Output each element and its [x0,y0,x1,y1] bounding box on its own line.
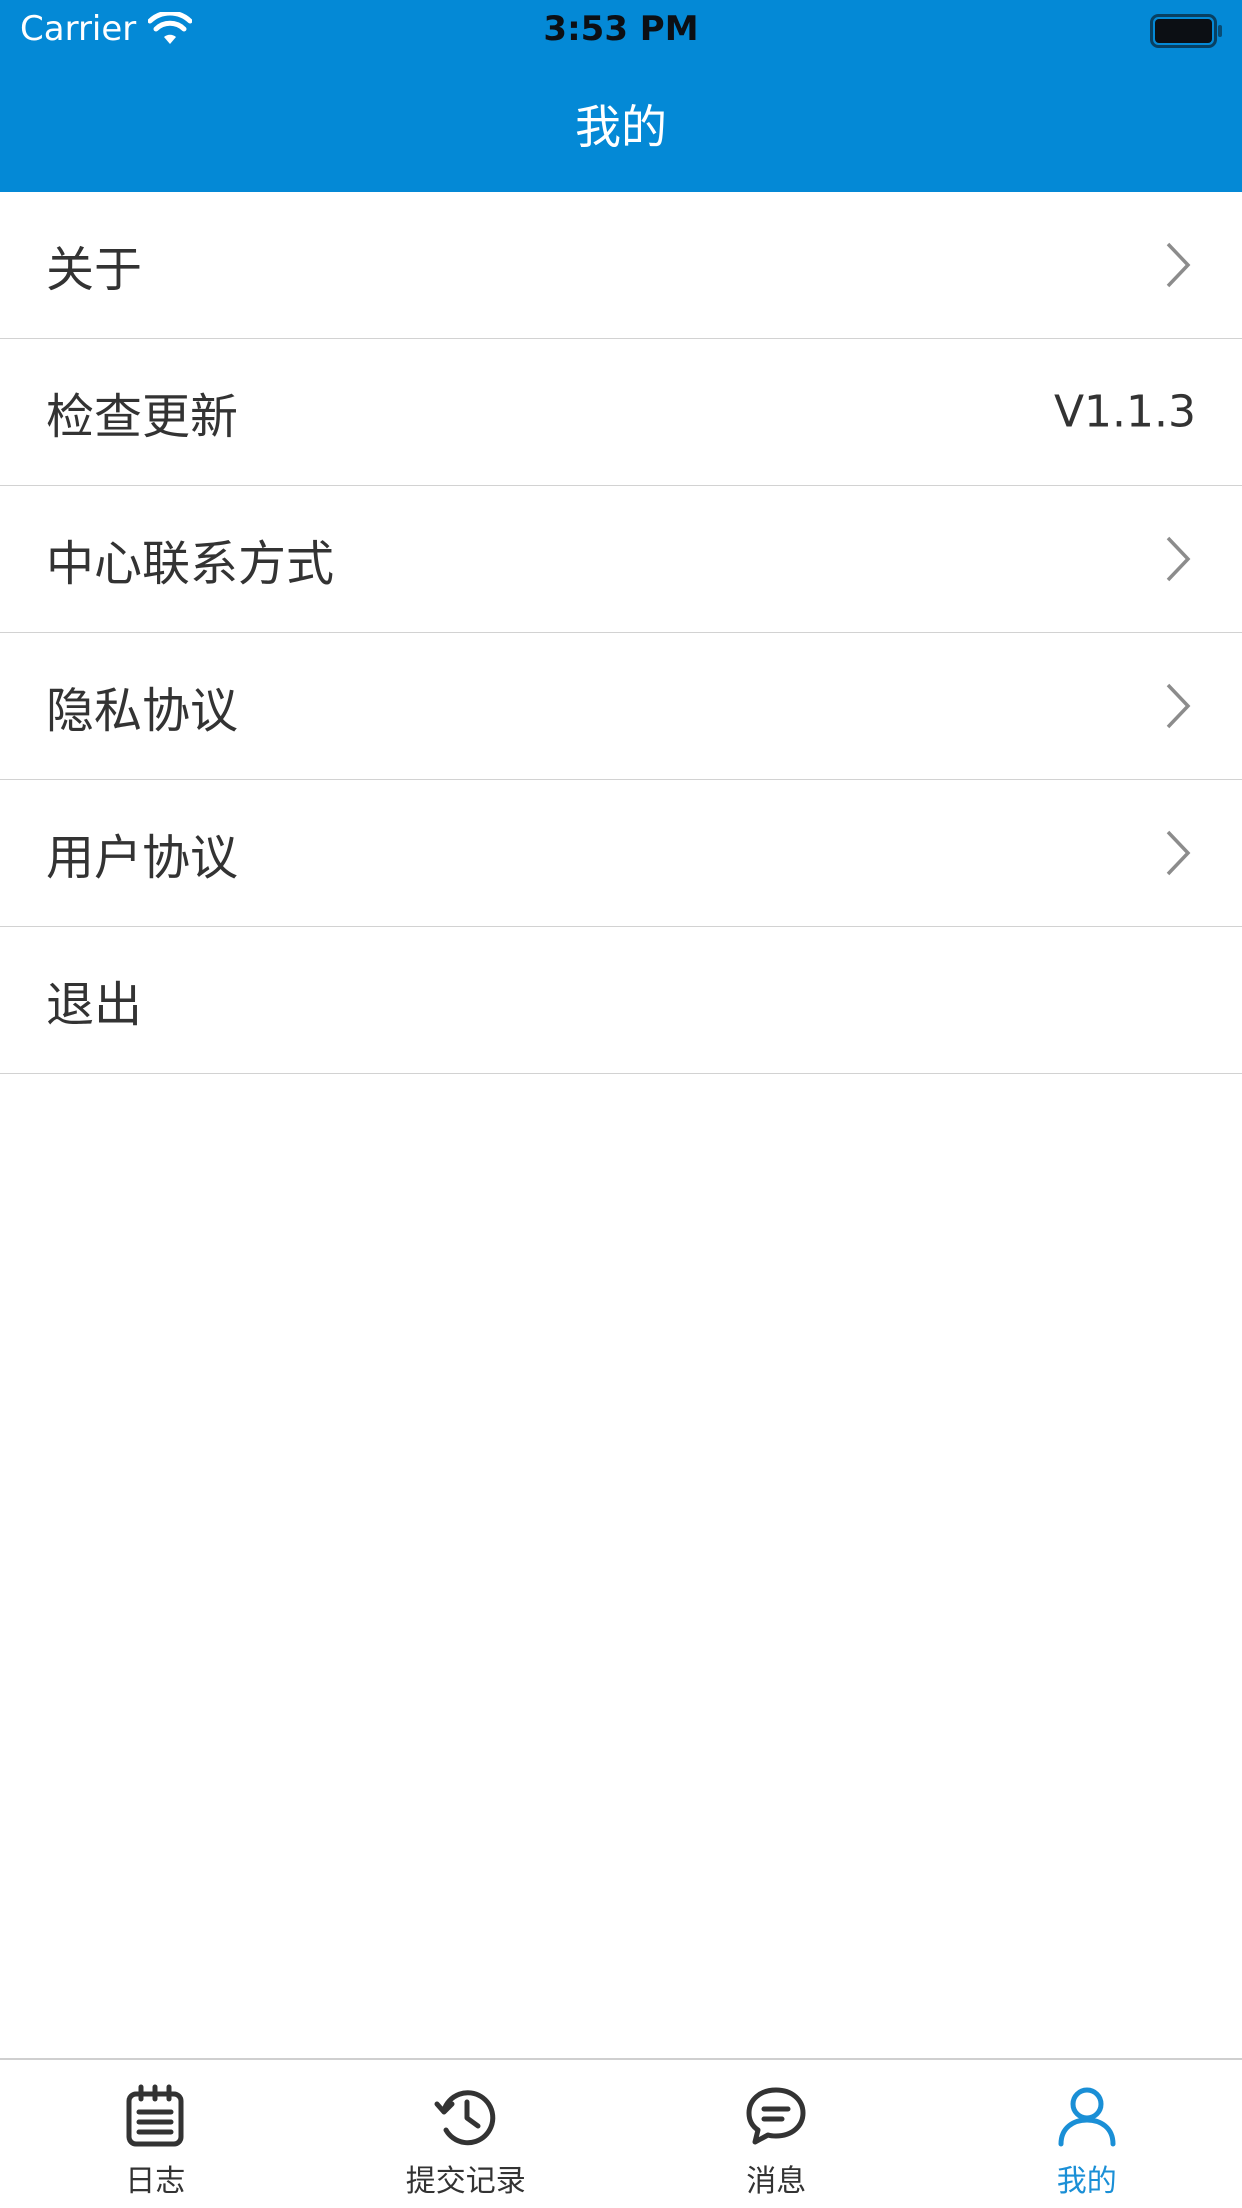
tab-me[interactable]: 我的 [932,2060,1242,2208]
settings-list: 关于 检查更新 V1.1.3 中心联系方式 隐私协议 用户协议 退出 [0,192,1242,1074]
battery-icon [1150,14,1222,48]
tab-label: 消息 [746,2164,807,2199]
status-time: 3:53 PM [543,9,699,49]
menu-item-label: 隐私协议 [46,683,239,739]
journal-icon [126,2084,184,2147]
status-bar: Carrier 3:53 PM [0,0,1242,62]
menu-item-label: 用户协议 [46,830,239,886]
menu-item-contact[interactable]: 中心联系方式 [0,486,1242,633]
page-title: 我的 [575,100,667,154]
menu-item-user-agreement[interactable]: 用户协议 [0,780,1242,927]
version-value: V1.1.3 [1053,386,1196,438]
menu-item-label: 退出 [46,977,143,1033]
tab-history[interactable]: 提交记录 [311,2060,622,2208]
tab-messages[interactable]: 消息 [621,2060,932,2208]
chevron-right-icon [1166,536,1191,582]
menu-item-about[interactable]: 关于 [0,192,1242,339]
user-icon [1058,2087,1116,2147]
tab-journal[interactable]: 日志 [0,2060,311,2208]
chevron-right-icon [1166,683,1191,729]
tab-label: 日志 [125,2164,186,2199]
tab-bar: 日志 提交记录 消息 我的 [0,2058,1242,2208]
menu-item-privacy[interactable]: 隐私协议 [0,633,1242,780]
tab-label: 提交记录 [405,2164,526,2199]
menu-item-label: 中心联系方式 [46,536,335,592]
nav-header: Carrier 3:53 PM 我的 [0,0,1242,192]
chevron-right-icon [1166,242,1191,288]
menu-item-label: 关于 [46,242,143,298]
message-icon [746,2087,806,2145]
chevron-right-icon [1166,830,1191,876]
menu-item-logout[interactable]: 退出 [0,927,1242,1074]
tab-label: 我的 [1056,2164,1117,2199]
menu-item-label: 检查更新 [46,389,239,445]
menu-item-check-update[interactable]: 检查更新 V1.1.3 [0,339,1242,486]
history-icon [434,2090,496,2146]
